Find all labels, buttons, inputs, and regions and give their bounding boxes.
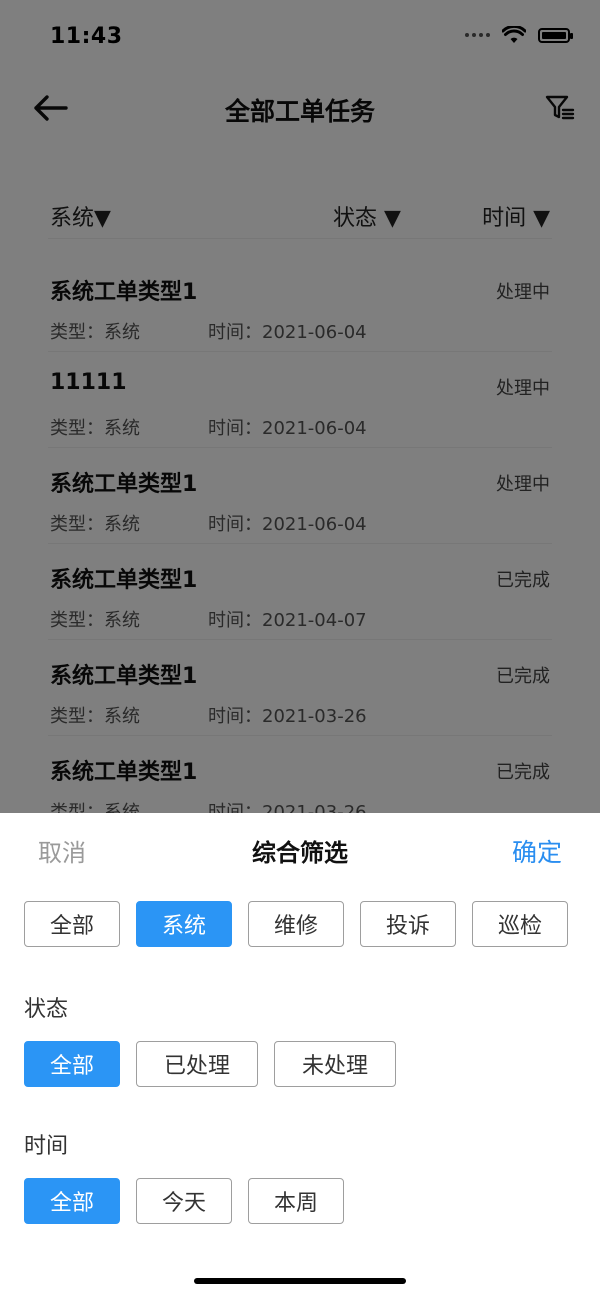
filter-sheet-header: 取消 综合筛选 确定	[0, 813, 600, 885]
status-chips: 全部 已处理 未处理	[24, 1041, 576, 1087]
filter-sheet-title: 综合筛选	[252, 839, 348, 867]
time-filter-group: 时间 全部 今天 本周	[24, 1128, 576, 1224]
home-indicator	[194, 1278, 406, 1284]
status-label: 状态	[24, 997, 69, 1022]
type-chip-all[interactable]: 全部	[24, 901, 120, 947]
time-chips: 全部 今天 本周	[24, 1178, 576, 1224]
time-chip-today[interactable]: 今天	[136, 1178, 232, 1224]
type-chip-system[interactable]: 系统	[136, 901, 232, 947]
status-chip-all[interactable]: 全部	[24, 1041, 120, 1087]
type-chip-complaint[interactable]: 投诉	[360, 901, 456, 947]
time-chip-all[interactable]: 全部	[24, 1178, 120, 1224]
type-chip-repair[interactable]: 维修	[248, 901, 344, 947]
status-chip-processed[interactable]: 已处理	[136, 1041, 258, 1087]
status-chip-unprocessed[interactable]: 未处理	[274, 1041, 396, 1087]
type-chips: 全部 系统 维修 投诉 巡检	[24, 901, 576, 947]
type-filter-group: 全部 系统 维修 投诉 巡检	[24, 901, 576, 947]
time-chip-this-week[interactable]: 本周	[248, 1178, 344, 1224]
status-filter-group: 状态 全部 已处理 未处理	[24, 991, 576, 1087]
filter-sheet: 取消 综合筛选 确定 全部 系统 维修 投诉 巡检 状态 全部 已处理 未处理 …	[0, 813, 600, 1299]
type-chip-inspection[interactable]: 巡检	[472, 901, 568, 947]
confirm-button[interactable]: 确定	[512, 833, 562, 869]
time-label: 时间	[24, 1134, 69, 1159]
